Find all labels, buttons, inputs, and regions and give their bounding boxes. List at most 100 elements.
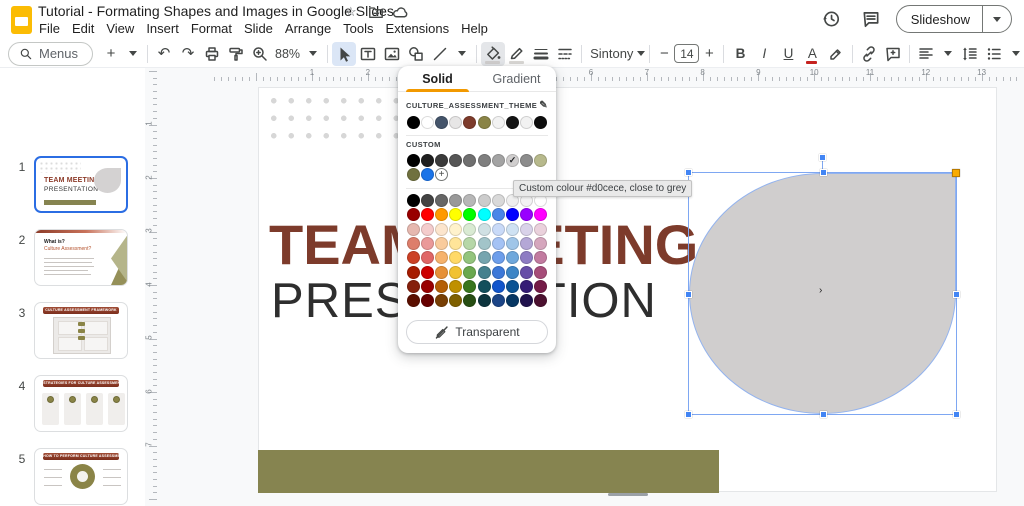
color-swatch[interactable]: [406, 280, 420, 294]
menus-search-button[interactable]: Menus: [8, 41, 94, 66]
color-swatch[interactable]: [406, 168, 420, 182]
tab-gradient[interactable]: Gradient: [477, 66, 556, 91]
color-swatch[interactable]: [420, 154, 434, 168]
selection-handle-s[interactable]: [820, 411, 827, 418]
color-swatch[interactable]: [463, 265, 477, 279]
color-swatch[interactable]: [435, 154, 449, 168]
color-swatch[interactable]: [463, 154, 477, 168]
new-slide-dropdown[interactable]: [123, 42, 143, 66]
color-swatch[interactable]: [406, 115, 420, 129]
color-swatch[interactable]: [520, 280, 534, 294]
underline-button[interactable]: U: [776, 42, 800, 66]
font-size-field[interactable]: 14: [674, 42, 700, 66]
color-swatch[interactable]: [420, 236, 434, 250]
color-swatch[interactable]: [520, 154, 534, 168]
color-swatch[interactable]: [463, 251, 477, 265]
color-swatch[interactable]: [520, 222, 534, 236]
color-swatch[interactable]: [491, 208, 505, 222]
add-comment-button[interactable]: [881, 42, 905, 66]
document-title[interactable]: Tutorial - Formating Shapes and Images i…: [38, 3, 394, 19]
color-swatch[interactable]: [420, 294, 434, 308]
color-swatch[interactable]: [491, 251, 505, 265]
highlight-color-button[interactable]: [824, 42, 848, 66]
color-swatch[interactable]: [449, 193, 463, 207]
color-swatch[interactable]: [506, 208, 519, 222]
border-dash-button[interactable]: [553, 42, 577, 66]
color-swatch[interactable]: [477, 236, 491, 250]
color-swatch[interactable]: [534, 251, 548, 265]
selection-handle-n[interactable]: [820, 169, 827, 176]
text-box-tool[interactable]: [356, 42, 380, 66]
slides-logo-icon[interactable]: [11, 6, 32, 34]
color-swatch[interactable]: [449, 115, 463, 129]
paint-format-button[interactable]: [224, 42, 248, 66]
line-spacing-button[interactable]: [958, 42, 982, 66]
color-swatch[interactable]: [506, 222, 519, 236]
slideshow-dropdown[interactable]: [983, 16, 1011, 22]
menu-edit[interactable]: Edit: [66, 20, 100, 37]
new-slide-button[interactable]: +: [99, 42, 123, 66]
color-swatch[interactable]: [406, 222, 420, 236]
zoom-level[interactable]: 88%: [272, 42, 303, 66]
color-swatch[interactable]: [406, 208, 420, 222]
align-dropdown[interactable]: [938, 42, 958, 66]
selection-handle-w[interactable]: [685, 291, 692, 298]
font-family-selector[interactable]: Sintony: [586, 42, 646, 66]
increase-font-size-button[interactable]: +: [699, 42, 719, 66]
color-swatch[interactable]: [406, 251, 420, 265]
color-swatch[interactable]: [491, 154, 505, 168]
color-swatch[interactable]: [534, 236, 548, 250]
menu-file[interactable]: File: [33, 20, 66, 37]
version-history-icon[interactable]: [816, 4, 846, 34]
color-swatch[interactable]: [477, 222, 491, 236]
select-tool[interactable]: [332, 41, 357, 66]
accent-bar-shape[interactable]: [258, 450, 719, 493]
color-swatch[interactable]: [463, 193, 477, 207]
color-swatch[interactable]: [506, 115, 519, 129]
color-swatch[interactable]: [463, 294, 477, 308]
add-custom-color-button[interactable]: +: [435, 168, 449, 182]
color-swatch[interactable]: [420, 193, 434, 207]
color-swatch[interactable]: [491, 193, 505, 207]
color-swatch[interactable]: [420, 168, 434, 182]
color-swatch[interactable]: [463, 236, 477, 250]
color-swatch[interactable]: [534, 154, 548, 168]
color-swatch[interactable]: [449, 294, 463, 308]
color-swatch[interactable]: [520, 294, 534, 308]
selection-handle-nw[interactable]: [685, 169, 692, 176]
color-swatch[interactable]: [406, 193, 420, 207]
color-swatch[interactable]: [449, 236, 463, 250]
color-swatch[interactable]: [506, 236, 519, 250]
edit-theme-icon[interactable]: ✎: [539, 100, 548, 111]
fill-color-button[interactable]: [481, 41, 506, 66]
color-swatch[interactable]: [506, 294, 519, 308]
color-swatch[interactable]: [491, 294, 505, 308]
zoom-icon[interactable]: [248, 42, 272, 66]
align-button[interactable]: [914, 42, 938, 66]
selection-handle-se[interactable]: [953, 411, 960, 418]
color-swatch[interactable]: [449, 154, 463, 168]
italic-button[interactable]: I: [752, 42, 776, 66]
slide-thumbnail-4[interactable]: STRATEGIES FOR CULTURE ASSESSMENT: [34, 375, 128, 432]
rotation-handle[interactable]: [819, 154, 826, 161]
color-swatch[interactable]: [406, 294, 420, 308]
color-swatch[interactable]: [435, 294, 449, 308]
color-swatch[interactable]: [463, 208, 477, 222]
star-icon[interactable]: ☆: [345, 4, 357, 20]
zoom-dropdown[interactable]: [303, 42, 323, 66]
color-swatch[interactable]: [406, 265, 420, 279]
color-swatch[interactable]: [506, 251, 519, 265]
bulleted-list-dropdown[interactable]: [1006, 42, 1024, 66]
color-swatch[interactable]: [463, 222, 477, 236]
color-swatch[interactable]: [477, 251, 491, 265]
menu-tools[interactable]: Tools: [337, 20, 379, 37]
color-swatch[interactable]: [491, 115, 505, 129]
color-swatch[interactable]: [420, 251, 434, 265]
line-dropdown[interactable]: [452, 42, 472, 66]
color-swatch[interactable]: [463, 280, 477, 294]
border-weight-button[interactable]: [529, 42, 553, 66]
slide-thumbnail-5[interactable]: HOW TO PERFORM CULTURE ASSESSMENT: [34, 448, 128, 505]
bold-button[interactable]: B: [728, 42, 752, 66]
canvas-area[interactable]: 12345678910111213 TEAM MEETING PRESENTAT…: [158, 68, 1024, 506]
color-swatch[interactable]: [534, 208, 548, 222]
